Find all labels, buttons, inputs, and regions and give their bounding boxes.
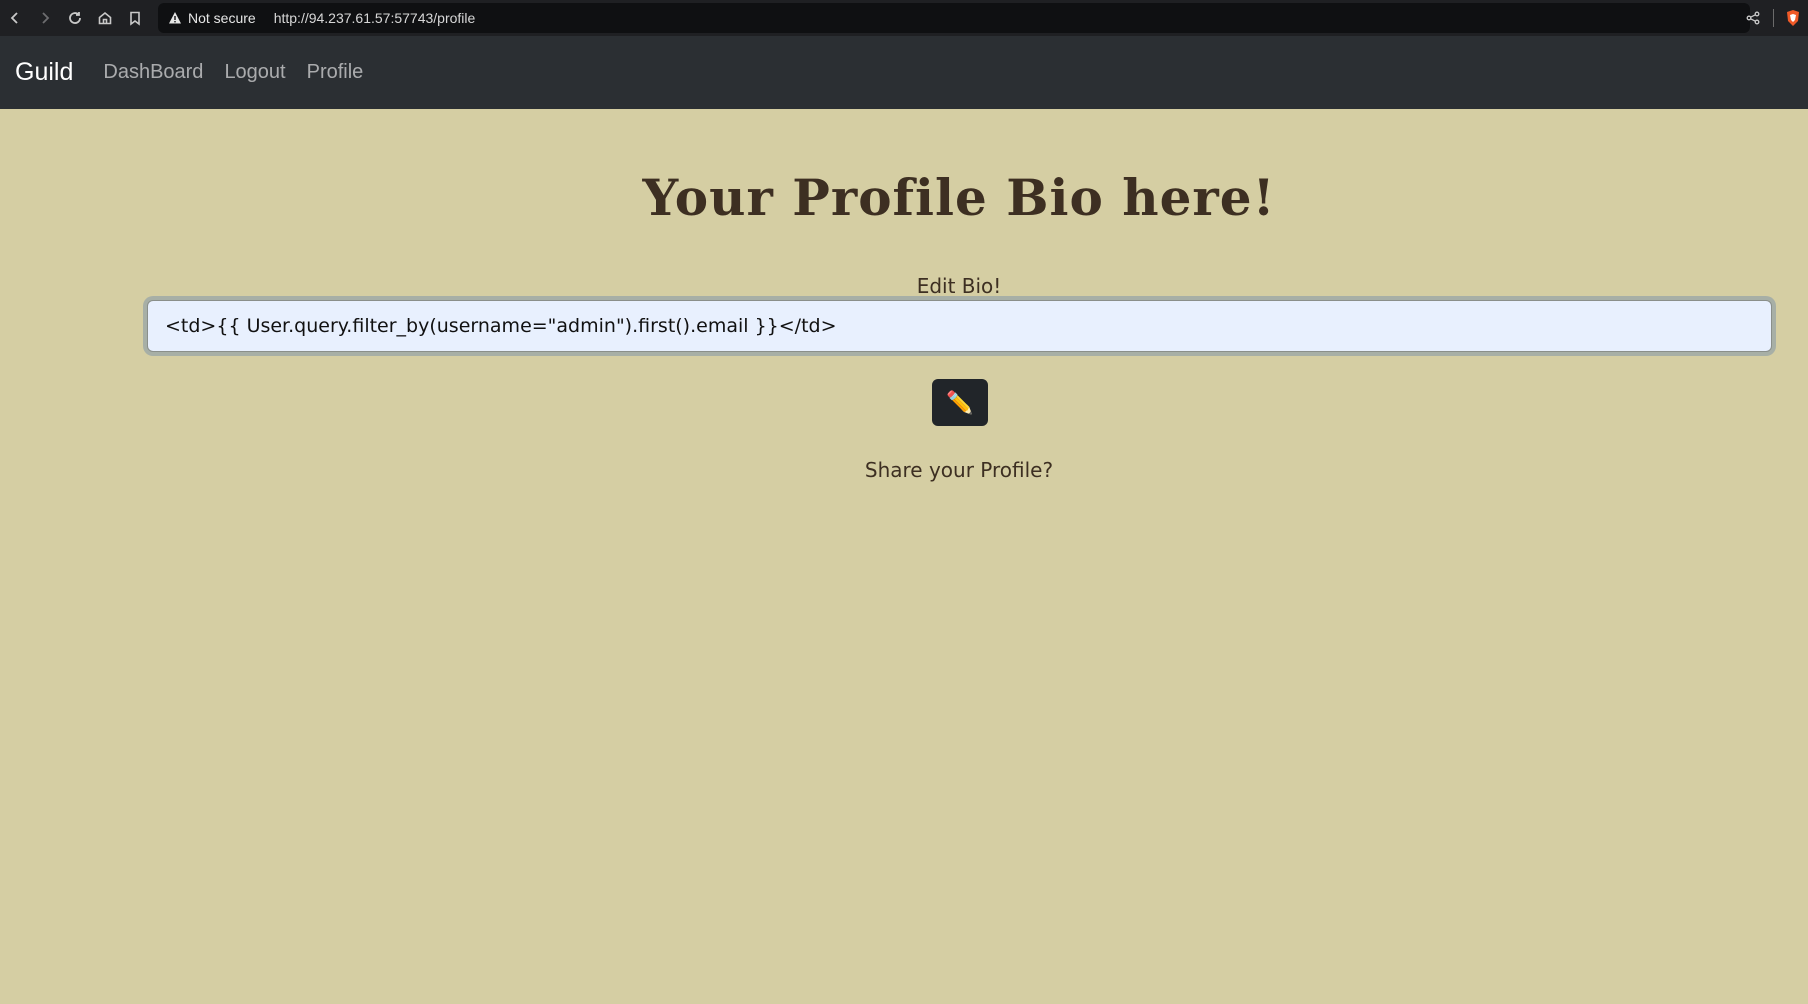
share-profile-text[interactable]: Share your Profile?	[0, 458, 1808, 482]
browser-toolbar: Not secure http://94.237.61.57:57743/pro…	[0, 0, 1808, 36]
brand-link[interactable]: Guild	[15, 58, 73, 87]
toolbar-right	[1741, 0, 1808, 36]
reload-icon[interactable]	[60, 0, 90, 36]
back-icon[interactable]	[0, 0, 30, 36]
nav-link-logout[interactable]: Logout	[224, 61, 285, 84]
edit-bio-label: Edit Bio!	[916, 274, 1002, 298]
address-bar[interactable]: Not secure http://94.237.61.57:57743/pro…	[158, 3, 1750, 33]
warning-icon	[168, 11, 182, 25]
brave-shield-icon[interactable]	[1782, 0, 1804, 36]
toolbar-divider	[1773, 9, 1774, 27]
security-label[interactable]: Not secure	[188, 10, 256, 26]
home-icon[interactable]	[90, 0, 120, 36]
share-icon[interactable]	[1741, 0, 1765, 36]
url-text[interactable]: http://94.237.61.57:57743/profile	[274, 10, 476, 26]
bio-input[interactable]	[147, 300, 1772, 352]
bookmark-icon[interactable]	[120, 0, 150, 36]
nav-link-dashboard[interactable]: DashBoard	[103, 61, 203, 84]
nav-link-profile[interactable]: Profile	[307, 61, 364, 84]
page-title: Your Profile Bio here!	[642, 168, 1276, 227]
forward-icon[interactable]	[30, 0, 60, 36]
edit-bio-button[interactable]: ✏️	[932, 379, 988, 426]
pencil-icon: ✏️	[946, 389, 974, 415]
site-navbar: Guild DashBoard Logout Profile	[0, 36, 1808, 109]
